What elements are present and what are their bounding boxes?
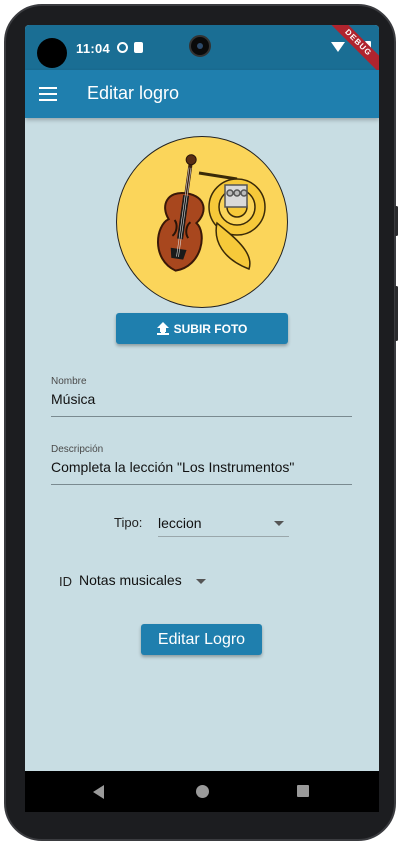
page-title: Editar logro — [87, 83, 180, 103]
description-value: Completa la lección "Los Instrumentos" — [51, 459, 295, 475]
app-screen: 11:04 DEBUG Editar logro SUBIR FOTO Nomb… — [25, 25, 379, 812]
chevron-down-icon — [274, 521, 284, 526]
id-label: ID — [59, 574, 72, 589]
achievement-image[interactable] — [116, 136, 288, 308]
punch-hole-camera — [37, 38, 67, 68]
description-field[interactable]: Descripción Completa la lección "Los Ins… — [51, 444, 352, 485]
edit-achievement-button[interactable]: Editar Logro — [141, 624, 262, 655]
instruments-icon — [157, 154, 266, 272]
id-value: Notas musicales — [79, 572, 182, 588]
upload-icon — [156, 322, 169, 335]
name-field[interactable]: Nombre Música — [51, 376, 352, 417]
type-value: leccion — [158, 515, 202, 531]
notification-icon — [117, 42, 128, 53]
upload-photo-label: SUBIR FOTO — [173, 321, 248, 336]
home-icon[interactable] — [196, 785, 209, 798]
upload-photo-button[interactable]: SUBIR FOTO — [116, 313, 288, 344]
menu-icon[interactable] — [39, 87, 57, 101]
back-icon[interactable] — [93, 785, 104, 799]
system-nav-bar — [25, 771, 379, 812]
description-label: Descripción — [51, 444, 104, 455]
volume-button — [395, 206, 398, 236]
chevron-down-icon — [196, 579, 206, 584]
sim-card-icon — [134, 42, 143, 53]
type-label: Tipo: — [114, 515, 143, 530]
recents-icon[interactable] — [297, 785, 309, 797]
status-time: 11:04 — [76, 41, 111, 56]
id-dropdown[interactable]: Notas musicales — [79, 568, 209, 594]
name-label: Nombre — [51, 376, 87, 387]
type-dropdown[interactable]: leccion — [158, 513, 289, 537]
status-bar: 11:04 DEBUG — [25, 25, 379, 78]
app-bar: Editar logro — [25, 70, 379, 118]
power-button — [395, 286, 398, 341]
front-camera — [189, 35, 211, 57]
name-value: Música — [51, 391, 96, 407]
wifi-icon — [331, 42, 345, 52]
